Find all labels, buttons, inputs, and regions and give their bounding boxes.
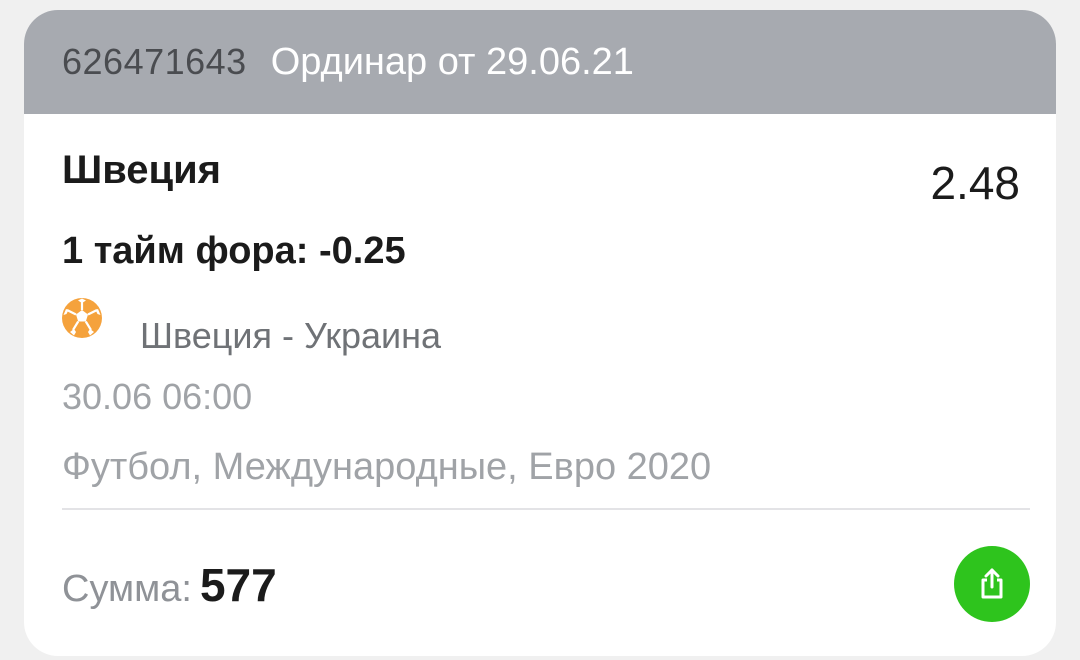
soccer-ball-icon xyxy=(62,298,102,338)
bet-card-header: 626471643 Ординар от 29.06.21 xyxy=(24,10,1056,114)
divider xyxy=(62,508,1030,510)
odds-value: 2.48 xyxy=(930,157,1020,209)
sum-row: Сумма: 577 xyxy=(62,558,277,612)
selection-name: Швеция xyxy=(62,148,222,192)
share-icon xyxy=(981,568,1003,599)
bet-card: 626471643 Ординар от 29.06.21 Швеция 2.4… xyxy=(24,10,1056,656)
bet-title: Ординар от 29.06.21 xyxy=(270,40,634,83)
market-name: 1 тайм фора: -0.25 xyxy=(62,230,406,272)
share-button[interactable] xyxy=(954,546,1030,622)
sum-label: Сумма: xyxy=(62,568,192,610)
match-name: Швеция - Украина xyxy=(140,315,442,356)
league-name: Футбол, Международные, Евро 2020 xyxy=(62,446,712,488)
sum-value: 577 xyxy=(199,559,277,611)
bet-id: 626471643 xyxy=(62,41,247,82)
event-datetime: 30.06 06:00 xyxy=(62,376,253,417)
